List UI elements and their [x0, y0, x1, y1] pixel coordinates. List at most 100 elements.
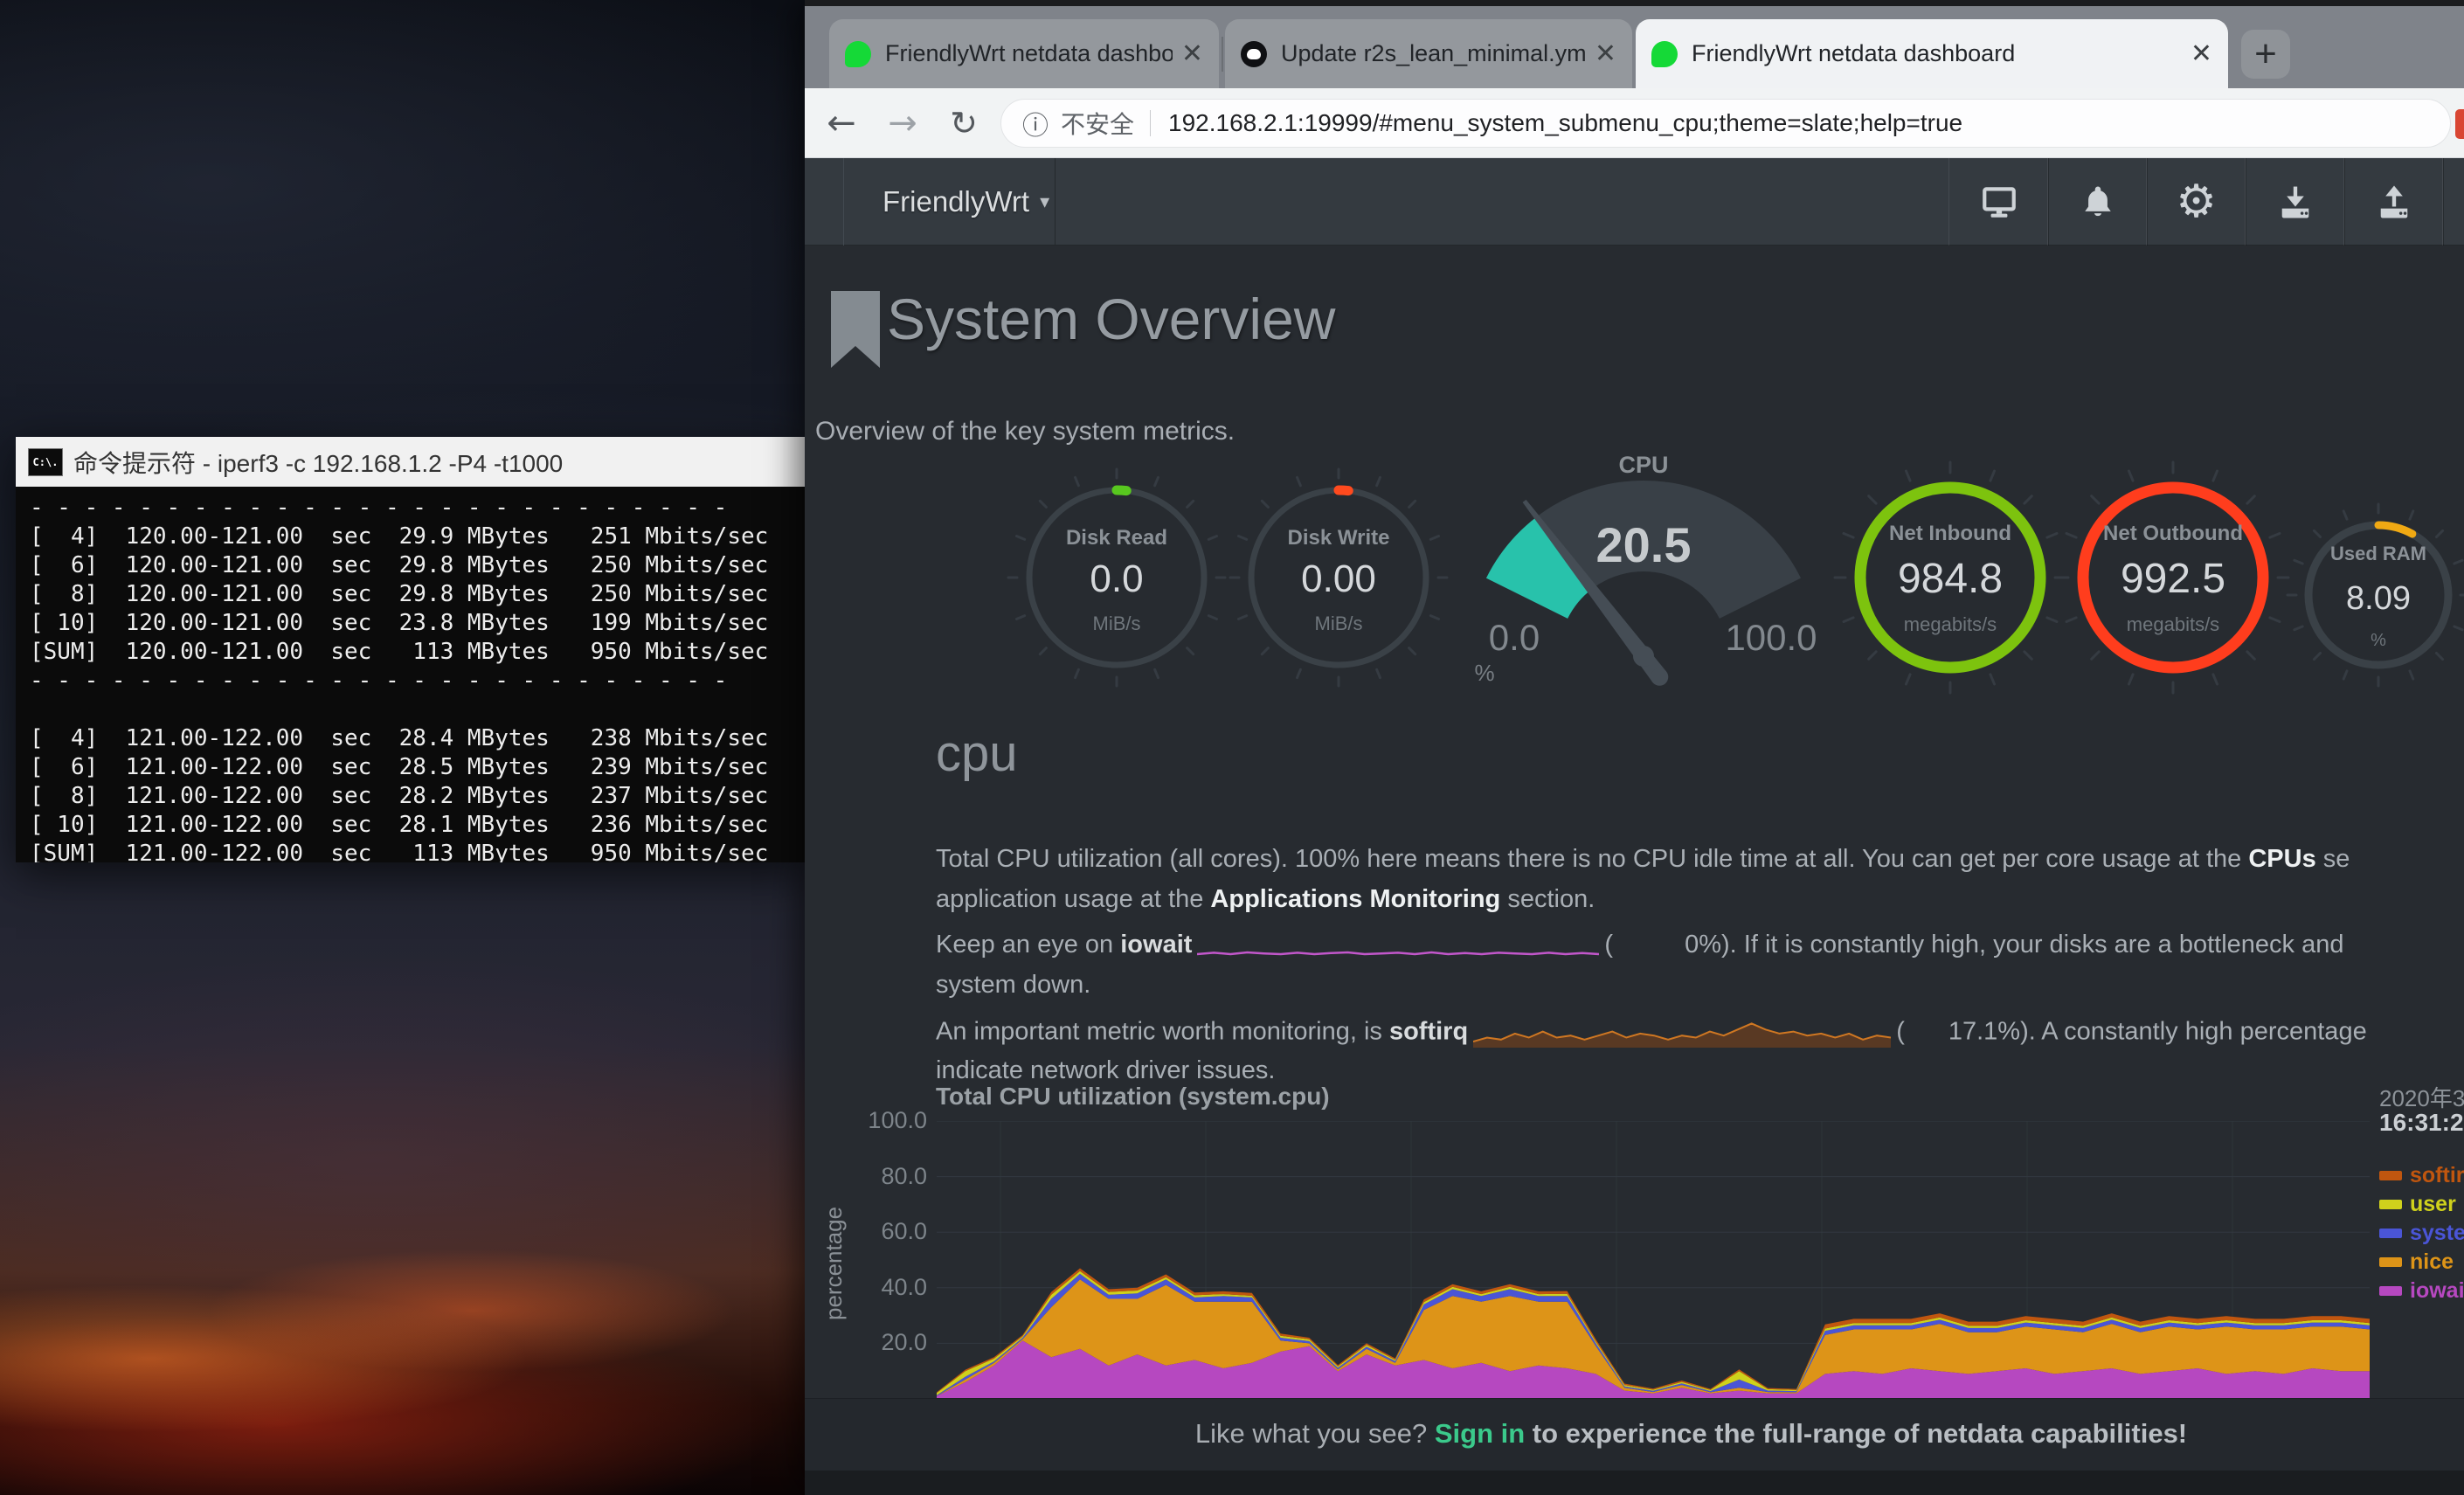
- legend-label: nice: [2410, 1249, 2454, 1275]
- legend-item-iowait[interactable]: iowait: [2379, 1280, 2464, 1301]
- new-tab-button[interactable]: +: [2241, 30, 2290, 79]
- description-line: An important metric worth monitoring, is…: [936, 1016, 2367, 1049]
- navbar-button-partial[interactable]: [2442, 158, 2464, 246]
- legend-label: softirq: [2410, 1163, 2464, 1188]
- description-text: (: [1604, 931, 1613, 959]
- gauge-unit: %: [2371, 631, 2386, 650]
- net-inbound-gauge[interactable]: Net Inbound 984.8 megabits/s: [1828, 455, 2073, 700]
- terminal-title: 命令提示符 - iperf3 -c 192.168.1.2 -P4 -t1000: [73, 445, 563, 480]
- cpus-link[interactable]: CPUs: [2248, 845, 2315, 873]
- applications-monitoring-link[interactable]: Applications Monitoring: [1210, 885, 1500, 913]
- tab-close-icon[interactable]: ✕: [1595, 41, 1616, 67]
- signin-bar: Like what you see? Sign in to experience…: [805, 1398, 2464, 1471]
- legend-swatch: [2379, 1229, 2402, 1238]
- softirq-value: 17.1%).: [1948, 1018, 2036, 1046]
- disk-write-gauge[interactable]: Disk Write 0.00 MiB/s: [1225, 464, 1452, 691]
- terminal-output[interactable]: - - - - - - - - - - - - - - - - - - - - …: [16, 487, 805, 862]
- cmd-icon: C:\.: [28, 448, 63, 476]
- cpu-section-heading: cpu: [936, 724, 1018, 783]
- host-selector[interactable]: FriendlyWrt ▾: [843, 158, 1056, 246]
- legend-swatch: [2379, 1200, 2402, 1209]
- forward-button[interactable]: →: [880, 100, 925, 146]
- address-divider: [1150, 110, 1151, 136]
- legend-label: system: [2410, 1221, 2464, 1246]
- description-text: se: [2316, 845, 2350, 873]
- export-snapshot-button[interactable]: [2343, 158, 2444, 246]
- softirq-sparkline[interactable]: [1473, 1018, 1891, 1051]
- url-text[interactable]: 192.168.2.1:19999/#menu_system_submenu_c…: [1168, 109, 1962, 137]
- cpu-utilization-chart[interactable]: [937, 1121, 2370, 1399]
- chart-title: Total CPU utilization (system.cpu): [936, 1083, 1330, 1111]
- description-text: (: [1896, 1018, 1905, 1046]
- extension-icon[interactable]: [2455, 109, 2464, 139]
- terminal-window[interactable]: C:\. 命令提示符 - iperf3 -c 192.168.1.2 -P4 -…: [16, 437, 805, 862]
- legend-item-system[interactable]: system: [2379, 1222, 2464, 1243]
- tab-github[interactable]: Update r2s_lean_minimal.yml · k ✕: [1225, 19, 1632, 88]
- tab-netdata-active[interactable]: FriendlyWrt netdata dashboard ✕: [1636, 19, 2228, 88]
- import-snapshot-button[interactable]: [2245, 158, 2345, 246]
- chart-legend: softirq user system nice iowait: [2379, 1165, 2464, 1309]
- gear-icon: ⚙: [2176, 179, 2217, 225]
- iowait-sparkline[interactable]: [1197, 936, 1599, 959]
- legend-item-user[interactable]: user: [2379, 1194, 2464, 1215]
- bell-icon: [2077, 181, 2119, 223]
- cpu-gauge-unit: %: [1474, 660, 1494, 686]
- description-text: indicate network driver issues.: [936, 1056, 1275, 1084]
- gauge-value: 0.0: [1090, 557, 1143, 600]
- terminal-titlebar[interactable]: C:\. 命令提示符 - iperf3 -c 192.168.1.2 -P4 -…: [16, 437, 805, 487]
- legend-item-softirq[interactable]: softirq: [2379, 1165, 2464, 1186]
- tab-netdata-1[interactable]: FriendlyWrt netdata dashboard ✕: [829, 19, 1219, 88]
- disk-read-gauge[interactable]: Disk Read 0.0 MiB/s: [1003, 464, 1230, 691]
- gauge-label: Used RAM: [2330, 543, 2426, 564]
- tab-title: FriendlyWrt netdata dashboard: [885, 40, 1173, 67]
- tab-strip: FriendlyWrt netdata dashboard ✕ Update r…: [805, 0, 2464, 88]
- legend-swatch: [2379, 1257, 2402, 1267]
- gauge-label: Disk Write: [1288, 526, 1390, 550]
- gauge-value: 8.09: [2346, 580, 2411, 617]
- net-outbound-gauge[interactable]: Net Outbound 992.5 megabits/s: [2051, 455, 2295, 700]
- site-info-icon[interactable]: ⓘ: [1022, 104, 1049, 142]
- address-bar[interactable]: ⓘ 不安全 192.168.2.1:19999/#menu_system_sub…: [1000, 99, 2451, 148]
- download-icon: [2274, 181, 2317, 223]
- cpu-gauge-value: 20.5: [1596, 517, 1692, 572]
- gauge-value: 984.8: [1898, 556, 2003, 602]
- signin-post-text: to experience the full-range of netdata …: [1525, 1418, 2187, 1449]
- softirq-term: softirq: [1389, 1018, 1468, 1046]
- signin-pre-text: Like what you see?: [1195, 1418, 1435, 1449]
- gauge-label: Net Outbound: [2103, 522, 2243, 545]
- upload-icon: [2372, 181, 2416, 223]
- display-settings-button[interactable]: [1948, 158, 2049, 246]
- legend-swatch: [2379, 1171, 2402, 1180]
- reload-button[interactable]: ↻: [941, 100, 986, 146]
- tab-title: Update r2s_lean_minimal.yml · k: [1281, 40, 1586, 67]
- gauge-label: Disk Read: [1066, 526, 1167, 550]
- legend-item-nice[interactable]: nice: [2379, 1251, 2464, 1272]
- description-text: An important metric worth monitoring, is: [936, 1018, 1389, 1046]
- description-text: Keep an eye on: [936, 931, 1120, 959]
- tab-divider: [1222, 37, 1223, 72]
- tab-close-icon[interactable]: ✕: [2191, 41, 2212, 67]
- chart-timestamp-time: 16:31:2: [2379, 1109, 2464, 1137]
- cpu-gauge-min: 0.0: [1489, 617, 1540, 658]
- y-tick-label: 40.0: [840, 1274, 927, 1301]
- gauge-label: Net Inbound: [1889, 522, 2011, 545]
- description-text: system down.: [936, 971, 1090, 999]
- settings-button[interactable]: ⚙: [2146, 158, 2246, 246]
- security-label: 不安全: [1061, 106, 1134, 141]
- y-tick-label: 60.0: [840, 1218, 927, 1245]
- used-ram-gauge[interactable]: Used RAM 8.09 %: [2282, 499, 2464, 691]
- alarms-button[interactable]: [2047, 158, 2148, 246]
- cpu-gauge-max: 100.0: [1725, 617, 1817, 658]
- gauge-unit: MiB/s: [1315, 613, 1363, 634]
- page-subtitle: Overview of the key system metrics.: [815, 417, 1235, 446]
- legend-swatch: [2379, 1286, 2402, 1296]
- gauge-value: 0.00: [1301, 557, 1376, 600]
- tab-close-icon[interactable]: ✕: [1181, 41, 1203, 67]
- sign-in-link[interactable]: Sign in: [1435, 1418, 1525, 1449]
- description-line: Total CPU utilization (all cores). 100% …: [936, 845, 2350, 874]
- description-text: application usage at the: [936, 885, 1210, 913]
- cpu-gauge[interactable]: 20.5 0.0 100.0 %: [1434, 446, 1853, 717]
- back-button[interactable]: ←: [819, 100, 864, 146]
- netdata-navbar: FriendlyWrt ▾ ⚙: [805, 158, 2464, 246]
- description-text: A constantly high percentage: [2036, 1018, 2367, 1046]
